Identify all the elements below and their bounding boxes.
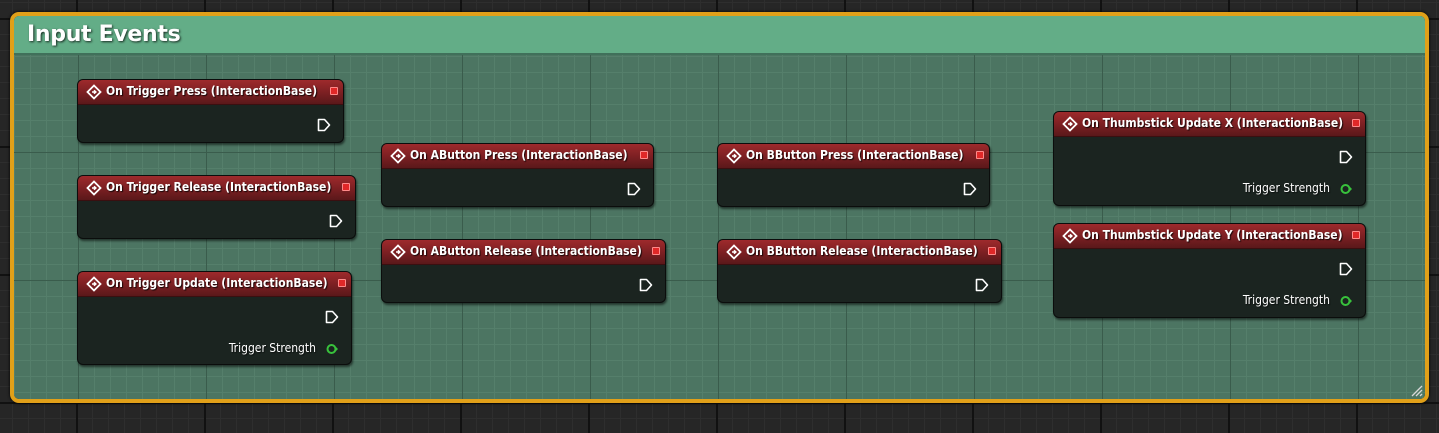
event-node-bbutton-release[interactable]: On BButton Release (InteractionBase) <box>717 239 1002 303</box>
comment-title: Input Events <box>27 22 181 47</box>
node-header[interactable]: On Thumbstick Update X (InteractionBase) <box>1054 112 1365 137</box>
node-header[interactable]: On Trigger Press (InteractionBase) <box>78 80 343 105</box>
exec-output-icon[interactable] <box>317 118 331 132</box>
event-node-bbutton-press[interactable]: On BButton Press (InteractionBase) <box>717 143 990 207</box>
event-node-abutton-release[interactable]: On AButton Release (InteractionBase) <box>381 239 666 303</box>
delegate-pin-icon[interactable] <box>988 247 996 255</box>
node-title: On BButton Release (InteractionBase) <box>746 244 978 258</box>
node-title: On Trigger Release (InteractionBase) <box>106 180 332 194</box>
event-node-thumbstick-update-x[interactable]: On Thumbstick Update X (InteractionBase)… <box>1053 111 1366 206</box>
exec-output-icon[interactable] <box>325 310 339 324</box>
delegate-pin-icon[interactable] <box>342 183 350 191</box>
event-node-trigger-update[interactable]: On Trigger Update (InteractionBase) Trig… <box>77 271 352 365</box>
node-title: On Thumbstick Update X (InteractionBase) <box>1082 116 1344 130</box>
comment-header[interactable]: Input Events <box>14 16 1425 55</box>
output-pin-label: Trigger Strength <box>228 341 316 355</box>
output-pin-label: Trigger Strength <box>1242 293 1330 307</box>
delegate-pin-icon[interactable] <box>338 279 346 287</box>
event-node-thumbstick-update-y[interactable]: On Thumbstick Update Y (InteractionBase)… <box>1053 223 1366 318</box>
node-header[interactable]: On Trigger Update (InteractionBase) <box>78 272 351 297</box>
exec-output-icon[interactable] <box>627 182 641 196</box>
delegate-pin-icon[interactable] <box>652 247 660 255</box>
node-header[interactable]: On BButton Press (InteractionBase) <box>718 144 989 169</box>
event-diamond-icon <box>86 84 102 100</box>
node-title: On Trigger Update (InteractionBase) <box>106 276 328 290</box>
float-pin-icon[interactable] <box>1340 183 1352 195</box>
node-title: On Trigger Press (InteractionBase) <box>106 84 318 98</box>
event-diamond-icon <box>726 244 742 260</box>
node-header[interactable]: On AButton Press (InteractionBase) <box>382 144 653 169</box>
event-diamond-icon <box>1062 116 1078 132</box>
delegate-pin-icon[interactable] <box>1352 231 1360 239</box>
event-node-abutton-press[interactable]: On AButton Press (InteractionBase) <box>381 143 654 207</box>
exec-output-icon[interactable] <box>963 182 977 196</box>
output-pin-label: Trigger Strength <box>1242 181 1330 195</box>
node-header[interactable]: On BButton Release (InteractionBase) <box>718 240 1001 265</box>
delegate-pin-icon[interactable] <box>1352 119 1360 127</box>
event-diamond-icon <box>86 276 102 292</box>
exec-output-icon[interactable] <box>1339 150 1353 164</box>
event-diamond-icon <box>390 148 406 164</box>
node-header[interactable]: On Trigger Release (InteractionBase) <box>78 176 355 201</box>
exec-output-icon[interactable] <box>639 278 653 292</box>
node-header[interactable]: On AButton Release (InteractionBase) <box>382 240 665 265</box>
node-header[interactable]: On Thumbstick Update Y (InteractionBase) <box>1054 224 1365 249</box>
event-diamond-icon <box>390 244 406 260</box>
delegate-pin-icon[interactable] <box>640 151 648 159</box>
exec-output-icon[interactable] <box>975 278 989 292</box>
node-title: On BButton Press (InteractionBase) <box>746 148 964 162</box>
resize-grip-icon[interactable] <box>1409 383 1423 397</box>
float-pin-icon[interactable] <box>326 343 338 355</box>
exec-output-icon[interactable] <box>1339 262 1353 276</box>
node-title: On Thumbstick Update Y (InteractionBase) <box>1082 228 1343 242</box>
event-node-trigger-release[interactable]: On Trigger Release (InteractionBase) <box>77 175 356 239</box>
event-node-trigger-press[interactable]: On Trigger Press (InteractionBase) <box>77 79 344 143</box>
node-title: On AButton Release (InteractionBase) <box>410 244 642 258</box>
event-diamond-icon <box>86 180 102 196</box>
delegate-pin-icon[interactable] <box>330 87 338 95</box>
node-title: On AButton Press (InteractionBase) <box>410 148 628 162</box>
float-pin-icon[interactable] <box>1340 295 1352 307</box>
event-diamond-icon <box>1062 228 1078 244</box>
event-diamond-icon <box>726 148 742 164</box>
blueprint-graph[interactable]: { "comment": { "title": "Input Events" }… <box>0 0 1439 433</box>
exec-output-icon[interactable] <box>329 214 343 228</box>
delegate-pin-icon[interactable] <box>976 151 984 159</box>
